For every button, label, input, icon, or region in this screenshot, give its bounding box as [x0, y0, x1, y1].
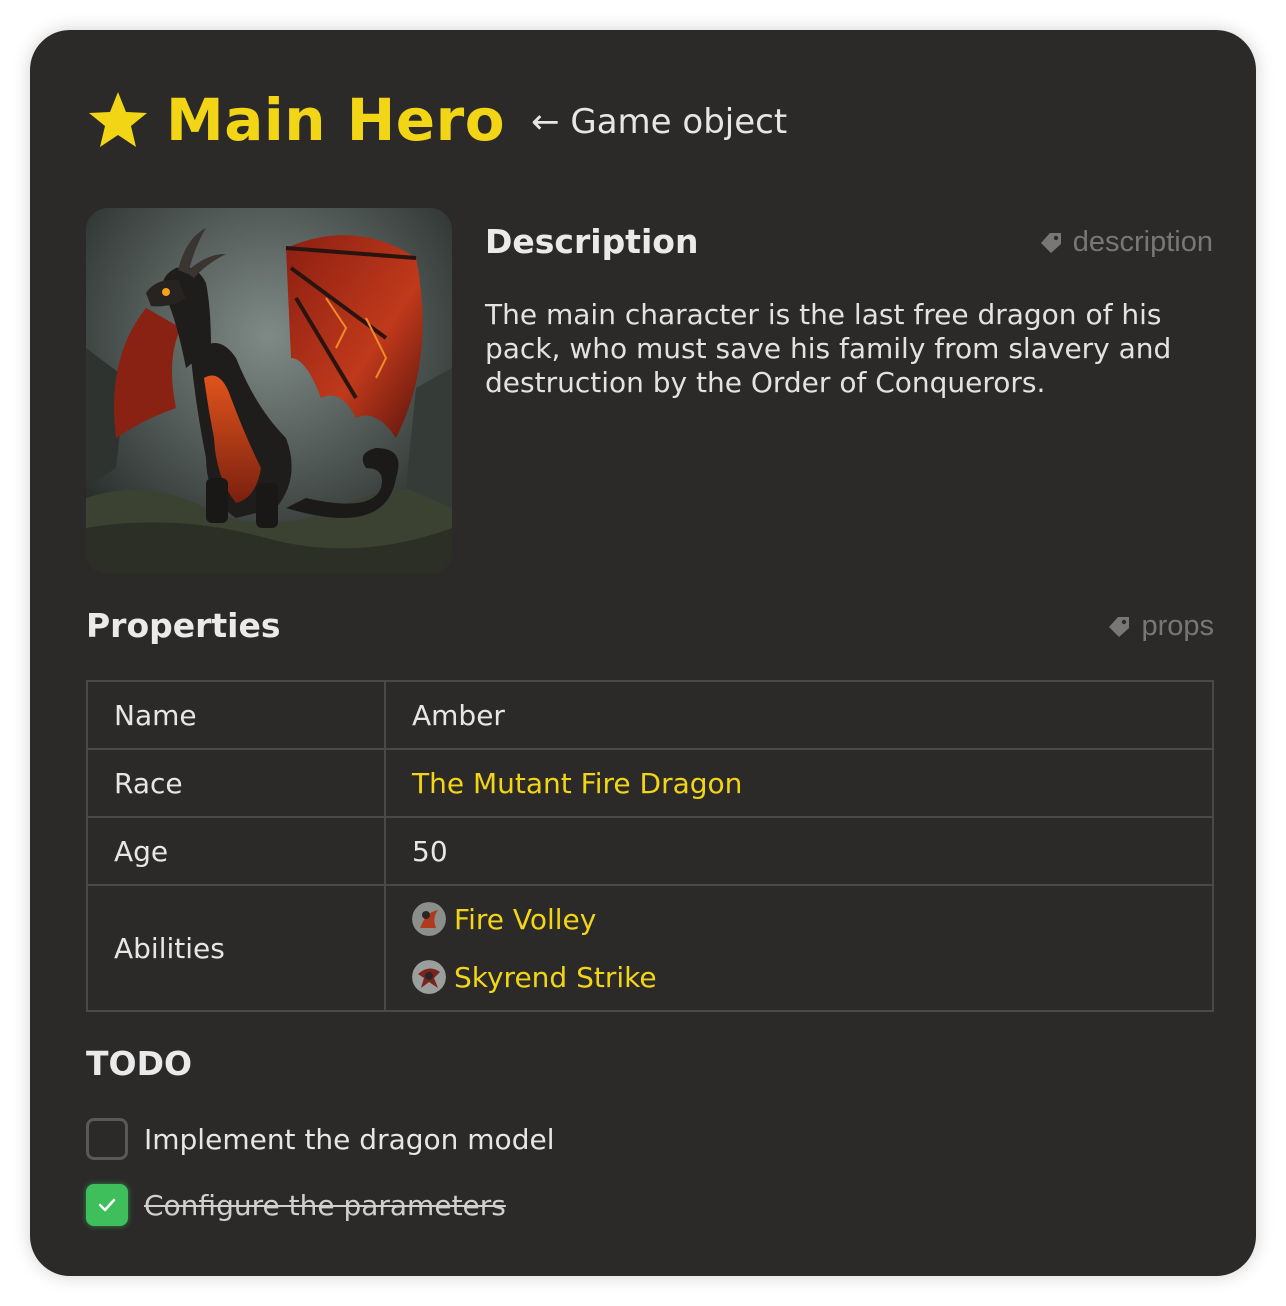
property-key: Abilities	[86, 884, 386, 1012]
table-row: Race The Mutant Fire Dragon	[86, 748, 1214, 818]
todo-label: Configure the parameters	[144, 1188, 506, 1222]
dragon-image[interactable]	[86, 208, 452, 574]
tag-icon	[1040, 232, 1061, 253]
object-type-link[interactable]: ← Game object	[531, 80, 787, 160]
properties-header: Properties props	[86, 606, 1214, 656]
ability-item[interactable]: Fire Volley	[412, 890, 1212, 948]
table-row: Name Amber	[86, 680, 1214, 750]
ability-link[interactable]: Fire Volley	[454, 903, 596, 936]
todo-checkbox-checked[interactable]	[86, 1184, 128, 1226]
properties-tag[interactable]: props	[1105, 610, 1214, 643]
description-header: Description description	[485, 222, 1213, 272]
todo-item[interactable]: Implement the dragon model	[86, 1117, 554, 1161]
star-icon[interactable]	[86, 88, 150, 152]
description-tag[interactable]: description	[1037, 226, 1213, 259]
todo-checkbox[interactable]	[86, 1118, 128, 1160]
abilities-cell: Fire Volley Skyrend Strike	[384, 884, 1214, 1012]
properties-tag-label: props	[1141, 610, 1214, 642]
property-key: Age	[86, 816, 386, 886]
fire-volley-icon	[412, 902, 446, 936]
properties-table: Name Amber Race The Mutant Fire Dragon A…	[86, 680, 1214, 1012]
page-header: Main Hero ← Game object	[86, 82, 787, 158]
ability-item[interactable]: Skyrend Strike	[412, 948, 1212, 1006]
skyrend-strike-icon	[412, 960, 446, 994]
table-row: Abilities Fire Volley Skyrend Strike	[86, 884, 1214, 1012]
tag-icon	[1109, 616, 1130, 637]
property-value-link[interactable]: The Mutant Fire Dragon	[384, 748, 1214, 818]
property-key: Name	[86, 680, 386, 750]
ability-link[interactable]: Skyrend Strike	[454, 961, 657, 994]
properties-title: Properties	[86, 606, 281, 645]
property-value: Amber	[384, 680, 1214, 750]
property-key: Race	[86, 748, 386, 818]
page-title: Main Hero	[166, 86, 506, 154]
checkmark-icon	[98, 1198, 116, 1212]
description-text: The main character is the last free drag…	[485, 298, 1172, 399]
game-object-card: Main Hero ← Game object Description desc…	[30, 30, 1256, 1276]
property-value: 50	[384, 816, 1214, 886]
table-row: Age 50	[86, 816, 1214, 886]
todo-label: Implement the dragon model	[144, 1122, 555, 1156]
todo-title: TODO	[86, 1044, 193, 1083]
description-tag-label: description	[1072, 226, 1213, 258]
race-link[interactable]: The Mutant Fire Dragon	[412, 767, 742, 800]
todo-item[interactable]: Configure the parameters	[86, 1183, 506, 1227]
